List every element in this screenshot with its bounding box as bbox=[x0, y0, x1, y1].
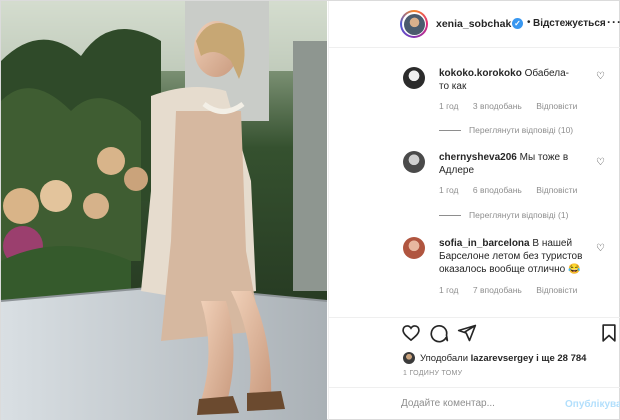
add-comment-input[interactable] bbox=[401, 398, 561, 409]
commenter-avatar[interactable] bbox=[403, 151, 425, 173]
post-photo[interactable] bbox=[1, 1, 327, 420]
heart-icon[interactable] bbox=[401, 323, 421, 343]
comment-like-heart-icon[interactable]: ♡ bbox=[596, 243, 605, 254]
commenter-avatar[interactable] bbox=[403, 237, 425, 259]
verified-badge-icon: ✓ bbox=[512, 18, 523, 29]
liker-avatar[interactable] bbox=[403, 352, 415, 364]
post-actions: Уподобали lazarevsergey і ще 28 784 1 ГО… bbox=[329, 317, 620, 397]
comment-reply-button[interactable]: Відповісти bbox=[536, 101, 577, 111]
more-icon[interactable]: ··· bbox=[607, 15, 620, 29]
comment-reply-button[interactable]: Відповісти bbox=[536, 285, 577, 295]
comment-meta: 1 год 7 вподобань Відповісти bbox=[439, 285, 589, 295]
separator-dot: • bbox=[527, 17, 531, 28]
commenter-username[interactable]: sofia_in_barcelona bbox=[439, 238, 530, 249]
likes-prefix: Уподобали bbox=[420, 352, 469, 364]
follow-status-button[interactable]: Відстежується bbox=[533, 18, 606, 29]
comment-meta: 1 год 3 вподобань Відповісти bbox=[439, 101, 589, 111]
comment-reply-button[interactable]: Відповісти bbox=[536, 185, 577, 195]
comment-likes-count[interactable]: 3 вподобань bbox=[473, 101, 522, 111]
comment-text-block: kokoko.korokoko Обабела-то как bbox=[439, 67, 579, 93]
replies-divider bbox=[439, 214, 461, 216]
comment-text-block: chernysheva206 Мы тоже в Адлере bbox=[439, 151, 579, 177]
likes-summary: Уподобали lazarevsergey і ще 28 784 bbox=[403, 352, 586, 364]
comment-icon[interactable] bbox=[429, 323, 449, 343]
comment-time[interactable]: 1 год bbox=[439, 185, 459, 195]
add-comment-bar: Опублікувати bbox=[329, 387, 620, 420]
comment-like-heart-icon[interactable]: ♡ bbox=[596, 157, 605, 168]
comment-text-block: sofia_in_barcelona В нашей Барселоне лет… bbox=[439, 237, 589, 276]
comment-like-heart-icon[interactable]: ♡ bbox=[596, 71, 605, 82]
comment-meta: 1 год 6 вподобань Відповісти bbox=[439, 185, 589, 195]
bookmark-icon[interactable] bbox=[599, 323, 619, 343]
replies-divider bbox=[439, 129, 461, 131]
commenter-username[interactable]: kokoko.korokoko bbox=[439, 68, 522, 79]
publish-comment-button[interactable]: Опублікувати bbox=[565, 399, 620, 410]
view-replies-label[interactable]: Переглянути відповіді (10) bbox=[469, 125, 573, 135]
comment-likes-count[interactable]: 7 вподобань bbox=[473, 285, 522, 295]
view-replies-button[interactable]: Переглянути відповіді (10) bbox=[439, 125, 573, 135]
liker-username[interactable]: lazarevsergey bbox=[471, 353, 534, 364]
view-replies-label[interactable]: Переглянути відповіді (1) bbox=[469, 210, 568, 220]
comment-likes-count[interactable]: 6 вподобань bbox=[473, 185, 522, 195]
likes-others-count[interactable]: і ще 28 784 bbox=[536, 353, 586, 364]
commenter-username[interactable]: chernysheva206 bbox=[439, 152, 517, 163]
post-container: xenia_sobchak ✓ • Відстежується ··· koko… bbox=[0, 0, 620, 420]
comment-time[interactable]: 1 год bbox=[439, 285, 459, 295]
post-sidebar: xenia_sobchak ✓ • Відстежується ··· koko… bbox=[328, 1, 620, 420]
share-icon[interactable] bbox=[457, 323, 477, 343]
post-header: xenia_sobchak ✓ • Відстежується ··· bbox=[329, 1, 620, 48]
comments-list: kokoko.korokoko Обабела-то как ♡ 1 год 3… bbox=[329, 49, 620, 317]
commenter-avatar[interactable] bbox=[403, 67, 425, 89]
view-replies-button[interactable]: Переглянути відповіді (1) bbox=[439, 210, 568, 220]
author-avatar[interactable] bbox=[400, 10, 428, 38]
author-username[interactable]: xenia_sobchak bbox=[436, 18, 511, 30]
comment-time[interactable]: 1 год bbox=[439, 101, 459, 111]
post-timestamp[interactable]: 1 ГОДИНУ ТОМУ bbox=[403, 370, 462, 377]
